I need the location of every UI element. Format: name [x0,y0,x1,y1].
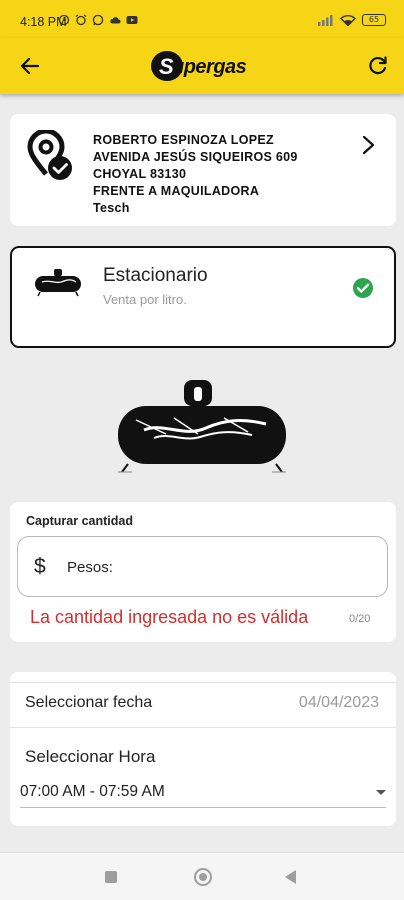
dollar-icon: $ [34,555,46,578]
address-lines: ROBERTO ESPINOZA LOPEZ AVENIDA JESÚS SIQ… [93,132,298,217]
address-colony: CHOYAL 83130 [93,167,187,181]
wifi-icon [340,14,356,26]
stationary-tank-illustration [118,380,286,473]
tank-option-estacionario[interactable]: Estacionario Venta por litro. [10,246,396,348]
address-name: ROBERTO ESPINOZA LOPEZ [93,133,274,147]
status-left-icons [58,14,138,26]
address-reference: FRENTE A MAQUILADORA [93,184,260,198]
date-selector[interactable]: Seleccionar fecha 04/04/2023 [10,682,396,728]
app-bar: S upergas [0,38,404,94]
tank-small-icon [35,269,81,297]
hour-value: 07:00 AM - 07:59 AM [20,783,165,800]
quantity-error-message: La cantidad ingresada no es válida [30,607,309,627]
supergas-logo: S upergas [150,49,254,83]
chevron-right-icon[interactable] [360,134,376,156]
schedule-card: Seleccionar fecha 04/04/2023 Seleccionar… [10,672,396,826]
status-right-icons: 65 [318,14,386,26]
logo-text: upergas [172,56,247,78]
pesos-field-label: Pesos: [67,559,113,576]
location-check-icon [27,130,72,180]
date-value: 04/04/2023 [298,694,379,711]
status-bar: 4:18 PM 65 [0,0,404,38]
whatsapp-icon [92,14,104,26]
clock-icon [58,14,70,26]
address-extra: Tesch [93,201,130,215]
alarm-icon [75,14,87,26]
tank-option-subtitle: Venta por litro. [103,292,187,307]
check-circle-icon [353,278,373,298]
dropdown-caret-icon [376,790,386,795]
cloud-icon [110,17,121,24]
address-card[interactable]: ROBERTO ESPINOZA LOPEZ AVENIDA JESÚS SIQ… [10,114,396,226]
home-icon[interactable] [194,868,212,886]
youtube-icon [126,16,138,24]
signal-icon [318,15,333,26]
arrow-back-icon[interactable] [18,54,42,78]
quantity-card: Capturar cantidad $ Pesos: La cantidad i… [10,502,396,642]
hour-label: Seleccionar Hora [25,747,156,766]
pesos-input[interactable]: $ Pesos: [17,536,388,597]
quantity-char-counter: 0/20 [349,613,371,625]
date-label: Seleccionar fecha [25,694,153,711]
refresh-icon[interactable] [366,54,390,78]
nav-back-icon[interactable] [285,870,296,884]
address-street: AVENIDA JESÚS SIQUEIROS 609 [93,150,298,164]
recents-icon[interactable] [105,871,117,883]
quantity-label: Capturar cantidad [26,514,133,528]
hour-dropdown[interactable]: 07:00 AM - 07:59 AM [20,778,386,808]
battery-icon: 65 [362,14,386,26]
system-nav-bar [0,852,404,900]
tank-option-title: Estacionario [103,265,208,286]
